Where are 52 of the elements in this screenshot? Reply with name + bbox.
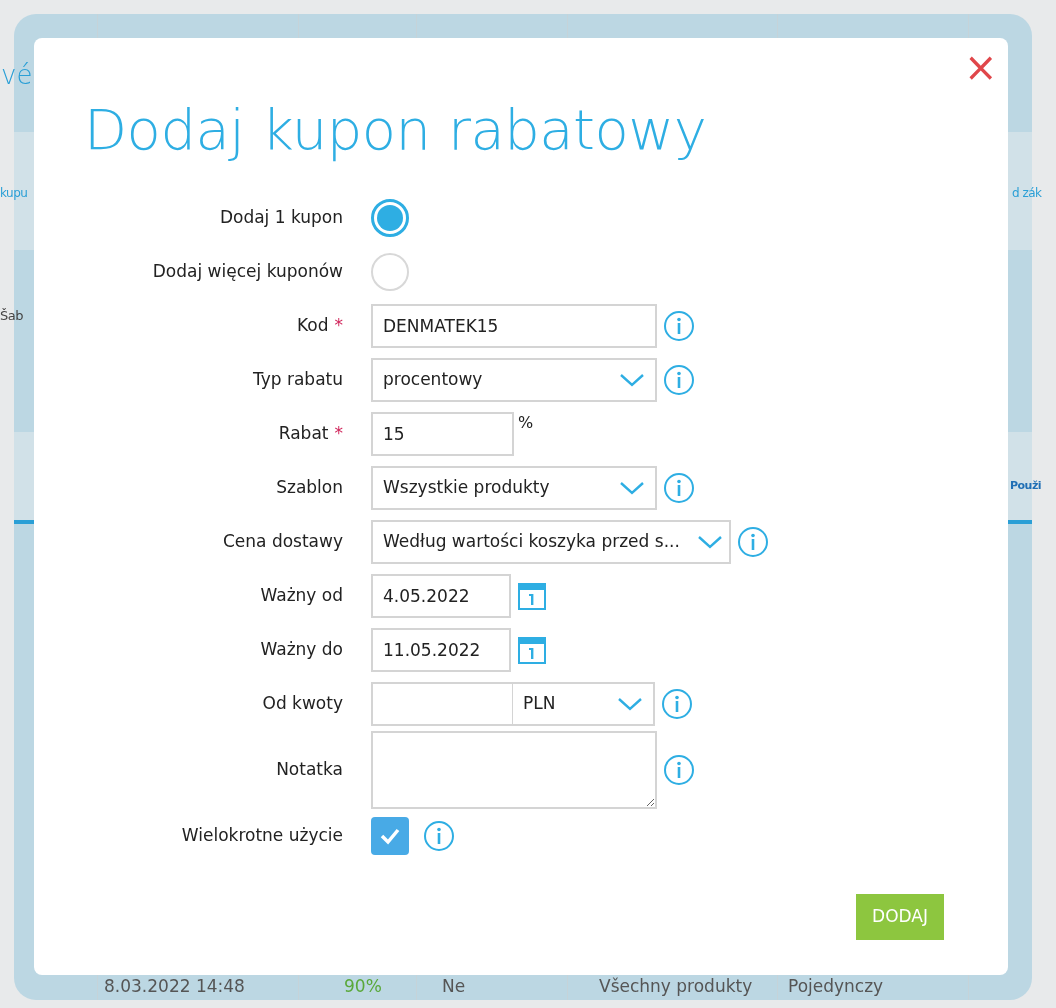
field-label: Typ rabatu [252,368,343,392]
text-area[interactable] [371,731,657,810]
field-label: Ważny od [260,584,343,608]
calendar-icon[interactable] [517,635,547,666]
field-label: Kod [297,314,329,338]
info-icon[interactable] [661,688,693,721]
table-cell-text: Všechny produkty [599,975,753,998]
field-label: Wielokrotne użycie [181,824,343,848]
required-mark: * [334,422,343,446]
dropdown[interactable]: Według wartości koszyka przed s... [371,520,731,565]
dropdown[interactable]: Wszystkie produkty [371,466,657,511]
table-cell-text: 8.03.2022 14:48 [104,975,245,998]
info-icon[interactable] [737,526,769,559]
calendar-icon[interactable] [517,581,547,612]
dialog-title: Dodaj kupon rabatowy [84,96,708,164]
radio-button[interactable] [371,199,409,238]
column-header: Šab [0,307,23,325]
checkbox[interactable] [371,817,409,856]
field-label: Dodaj więcej kuponów [152,260,343,284]
page-heading: vé [1,62,33,88]
info-icon[interactable] [663,472,695,505]
date-field[interactable]: 4.05.2022 [371,574,511,619]
chevron-down-icon [619,372,645,389]
field-label: Ważny do [260,638,343,662]
table-cell-text: 90% [344,975,382,998]
dropdown[interactable]: procentowy [371,358,657,403]
input-field[interactable]: 15 [371,412,514,457]
column-header: Použi [1010,478,1042,494]
info-icon[interactable] [663,754,695,787]
info-icon[interactable] [663,310,695,343]
field-label: Szablon [276,476,343,500]
date-field[interactable]: 11.05.2022 [371,628,511,673]
field-label: Notatka [276,758,343,782]
field-label: Rabat [278,422,329,446]
chevron-down-icon [697,534,723,551]
chevron-down-icon [619,480,645,497]
close-button[interactable]: × [964,52,994,82]
table-cell-text: Pojedynczy [788,975,884,998]
info-icon[interactable] [423,820,455,853]
field-label: Cena dostawy [222,530,343,554]
field-label: Dodaj 1 kupon [219,206,343,230]
chevron-down-icon [617,696,643,713]
input-field[interactable]: DENMATEK15 [371,304,657,349]
table-cell-text: Ne [442,975,466,998]
check-icon [379,827,401,846]
required-mark: * [334,314,343,338]
info-icon[interactable] [663,364,695,397]
dropdown[interactable]: PLN [512,682,655,727]
input-field[interactable] [371,682,514,727]
unit-label: % [518,412,534,435]
field-label: Od kwoty [262,692,343,716]
radio-button[interactable] [371,253,409,292]
